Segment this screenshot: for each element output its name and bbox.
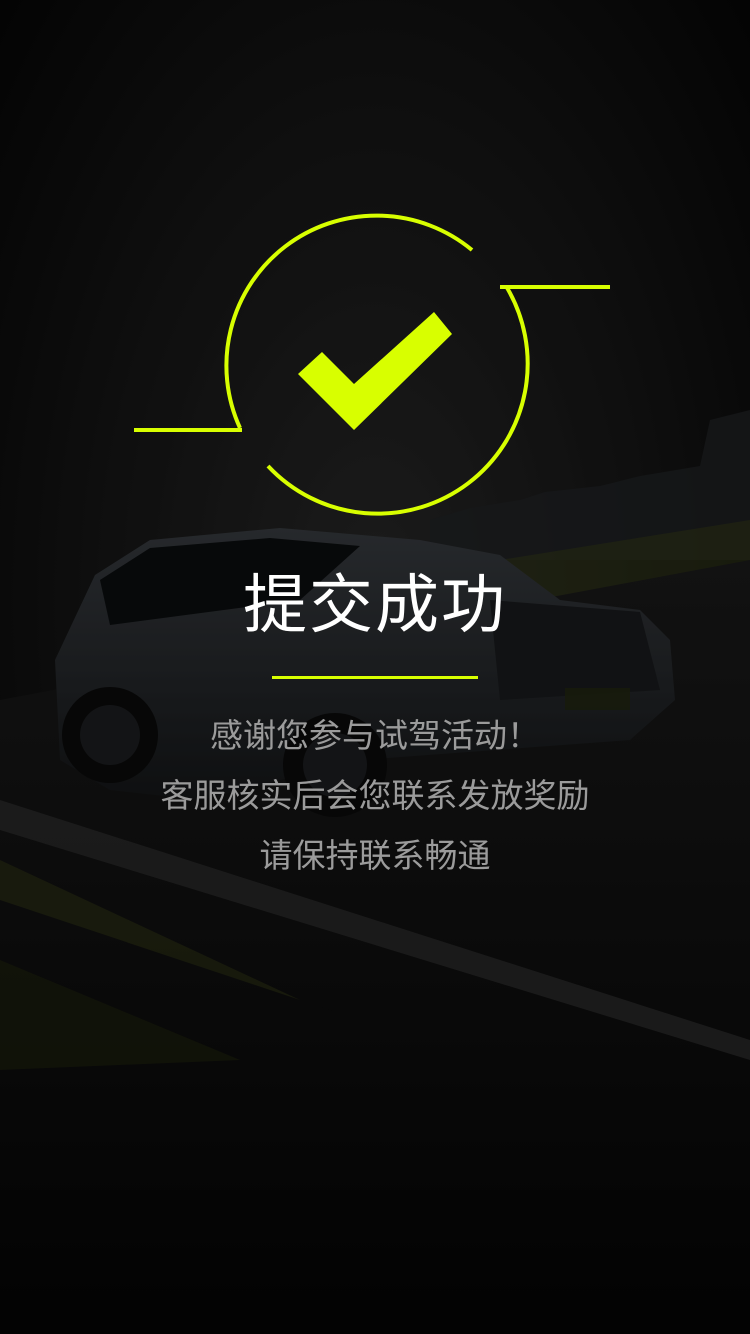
message-line-1: 感谢您参与试驾活动！ <box>210 716 540 755</box>
message-line-2: 客服核实后会您联系发放奖励 <box>160 776 590 815</box>
submit-success-page: 提交成功 感谢您参与试驾活动！ 客服核实后会您联系发放奖励 请保持联系畅通 <box>0 0 750 1334</box>
title-divider <box>272 676 478 679</box>
message-line-3: 请保持联系畅通 <box>259 836 491 875</box>
check-circle-icon <box>134 213 610 516</box>
success-title: 提交成功 <box>243 569 507 643</box>
